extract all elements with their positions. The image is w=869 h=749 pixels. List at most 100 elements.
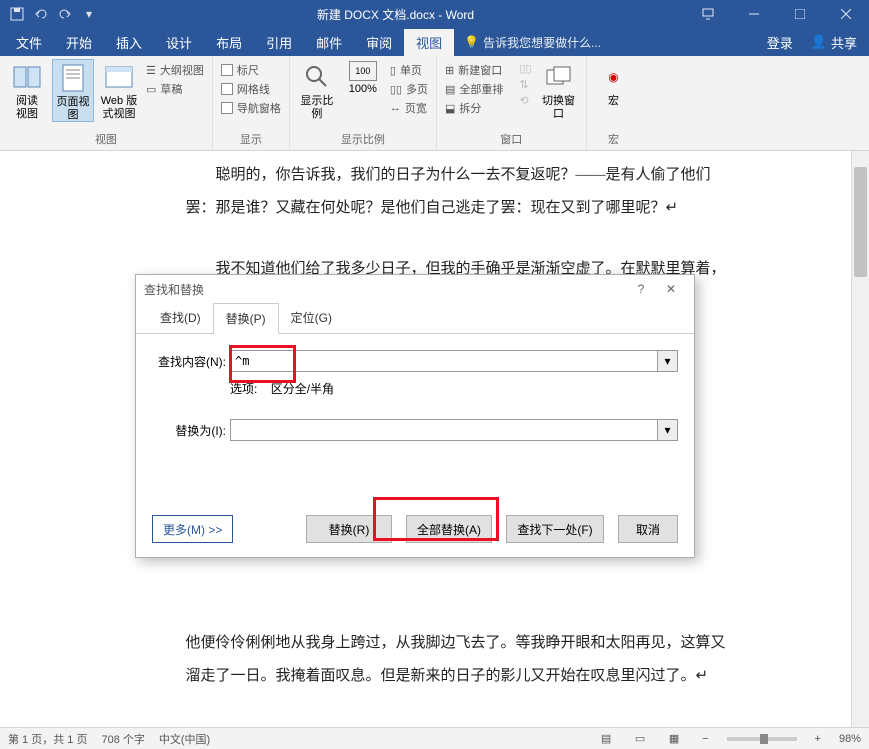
arrange-icon: ▤ — [445, 83, 455, 96]
side-icon: ▯▯ — [519, 62, 531, 75]
menu-file[interactable]: 文件 — [4, 29, 54, 56]
multi-page-label: 多页 — [406, 81, 428, 97]
tell-me-search[interactable]: 💡 告诉我您想要做什么... — [454, 30, 611, 55]
replace-button[interactable]: 替换(R) — [306, 515, 392, 543]
view-side-button[interactable]: ▯▯ — [517, 61, 533, 76]
paragraph[interactable]: 他便伶伶俐俐地从我身上跨过，从我脚边飞去了。等我睁开眼和太阳再见，这算又溜走了一… — [186, 627, 726, 693]
menu-view[interactable]: 视图 — [404, 29, 454, 56]
multi-page-icon: ▯▯ — [390, 83, 402, 96]
undo-icon[interactable] — [32, 5, 50, 23]
arrange-all-button[interactable]: ▤全部重排 — [443, 80, 505, 98]
find-next-button[interactable]: 查找下一处(F) — [506, 515, 604, 543]
checkbox-icon — [221, 102, 233, 114]
menu-references[interactable]: 引用 — [254, 29, 304, 56]
cancel-button[interactable]: 取消 — [618, 515, 678, 543]
tab-replace[interactable]: 替换(P) — [213, 303, 279, 334]
menubar: 文件 开始 插入 设计 布局 引用 邮件 审阅 视图 💡 告诉我您想要做什么..… — [0, 28, 869, 56]
replace-dropdown-icon[interactable]: ▾ — [658, 419, 678, 441]
ribbon-macro-label: 宏 — [593, 129, 635, 150]
dialog-titlebar[interactable]: 查找和替换 ? ✕ — [136, 275, 694, 303]
page-view-button[interactable]: 页面视图 — [52, 59, 94, 122]
tell-me-label: 告诉我您想要做什么... — [483, 34, 601, 51]
share-label: 共享 — [831, 33, 857, 52]
ribbon-options-icon[interactable] — [685, 0, 731, 28]
maximize-icon[interactable] — [777, 0, 823, 28]
minimize-icon[interactable] — [731, 0, 777, 28]
zoom-label: 显示比例 — [296, 95, 338, 120]
new-window-button[interactable]: ⊞新建窗口 — [443, 61, 505, 79]
read-view-label: 阅读 视图 — [16, 95, 38, 120]
status-words[interactable]: 708 个字 — [101, 731, 144, 747]
read-view-icon — [11, 61, 43, 93]
view-web-icon[interactable]: ▦ — [664, 731, 684, 747]
menu-layout[interactable]: 布局 — [204, 29, 254, 56]
dialog-close-icon[interactable]: ✕ — [656, 282, 686, 296]
web-view-button[interactable]: Web 版式视图 — [98, 59, 140, 120]
redo-icon[interactable] — [56, 5, 74, 23]
view-read-icon[interactable]: ▤ — [596, 731, 616, 747]
sync-icon: ⇅ — [519, 78, 528, 91]
more-button[interactable]: 更多(M) >> — [152, 515, 233, 543]
outline-view-button[interactable]: ☰ 大纲视图 — [144, 61, 206, 79]
switch-window-button[interactable]: 切换窗口 — [538, 59, 580, 120]
menu-home[interactable]: 开始 — [54, 29, 104, 56]
switch-window-label: 切换窗口 — [538, 95, 580, 120]
gridlines-label: 网格线 — [237, 81, 270, 97]
titlebar: ▾ 新建 DOCX 文档.docx - Word — [0, 0, 869, 28]
gridlines-checkbox[interactable]: 网格线 — [219, 80, 283, 98]
close-icon[interactable] — [823, 0, 869, 28]
read-view-button[interactable]: 阅读 视图 — [6, 59, 48, 120]
replace-all-button[interactable]: 全部替换(A) — [406, 515, 492, 543]
dialog-help-icon[interactable]: ? — [626, 282, 656, 296]
zoom-minus-icon[interactable]: − — [698, 733, 712, 745]
status-lang[interactable]: 中文(中国) — [159, 731, 210, 747]
window-title: 新建 DOCX 文档.docx - Word — [106, 6, 685, 23]
zoom-plus-icon[interactable]: + — [811, 733, 825, 745]
split-button[interactable]: ⬓ 拆分 — [443, 99, 505, 117]
multi-page-button[interactable]: ▯▯ 多页 — [388, 80, 430, 98]
outline-icon: ☰ — [146, 64, 156, 77]
macro-icon: ◉ — [598, 61, 630, 93]
split-icon: ⬓ — [445, 102, 455, 115]
ribbon: 阅读 视图 页面视图 Web 版式视图 ☰大纲视图 ▭草稿 视图 标尺 网格线 … — [0, 56, 869, 151]
outline-label: 大纲视图 — [160, 62, 204, 78]
one-page-button[interactable]: ▯单页 — [388, 61, 430, 79]
paragraph[interactable]: 聪明的，你告诉我，我们的日子为什么一去不复返呢？——是有人偷了他们罢：那是谁？又… — [186, 159, 726, 225]
split-label: 拆分 — [459, 100, 481, 116]
options-value: 区分全/半角 — [271, 382, 334, 396]
menu-mail[interactable]: 邮件 — [304, 29, 354, 56]
navpane-checkbox[interactable]: 导航窗格 — [219, 99, 283, 117]
menu-design[interactable]: 设计 — [154, 29, 204, 56]
menu-review[interactable]: 审阅 — [354, 29, 404, 56]
ribbon-zoom-label: 显示比例 — [296, 129, 430, 150]
zoom-button[interactable]: 显示比例 — [296, 59, 338, 120]
reset-pos-button[interactable]: ⟲ — [517, 93, 533, 108]
login-button[interactable]: 登录 — [757, 29, 803, 56]
vertical-scrollbar[interactable] — [851, 151, 869, 727]
one-page-label: 单页 — [400, 62, 422, 78]
ribbon-group-views: 阅读 视图 页面视图 Web 版式视图 ☰大纲视图 ▭草稿 视图 — [0, 56, 213, 150]
draft-icon: ▭ — [146, 83, 156, 96]
ribbon-window-label: 窗口 — [443, 129, 580, 150]
zoom-100-button[interactable]: 100 100% — [342, 59, 384, 96]
share-button[interactable]: 👤 共享 — [803, 29, 865, 56]
status-zoom[interactable]: 98% — [839, 733, 861, 745]
save-icon[interactable] — [8, 5, 26, 23]
find-dropdown-icon[interactable]: ▾ — [658, 350, 678, 372]
macro-button[interactable]: ◉ 宏 — [593, 59, 635, 108]
replace-input[interactable] — [230, 419, 658, 441]
draft-view-button[interactable]: ▭草稿 — [144, 80, 206, 98]
find-input[interactable] — [230, 350, 658, 372]
menu-insert[interactable]: 插入 — [104, 29, 154, 56]
view-print-icon[interactable]: ▭ — [630, 731, 650, 747]
qat-dropdown-icon[interactable]: ▾ — [80, 5, 98, 23]
ruler-checkbox[interactable]: 标尺 — [219, 61, 283, 79]
bulb-icon: 💡 — [464, 35, 479, 49]
status-page[interactable]: 第 1 页，共 1 页 — [8, 731, 87, 747]
zoom-icon — [301, 61, 333, 93]
tab-find[interactable]: 查找(D) — [148, 303, 213, 333]
sync-scroll-button[interactable]: ⇅ — [517, 77, 533, 92]
tab-goto[interactable]: 定位(G) — [279, 303, 344, 333]
scrollbar-thumb[interactable] — [854, 167, 867, 277]
page-width-button[interactable]: ↔页宽 — [388, 99, 430, 117]
